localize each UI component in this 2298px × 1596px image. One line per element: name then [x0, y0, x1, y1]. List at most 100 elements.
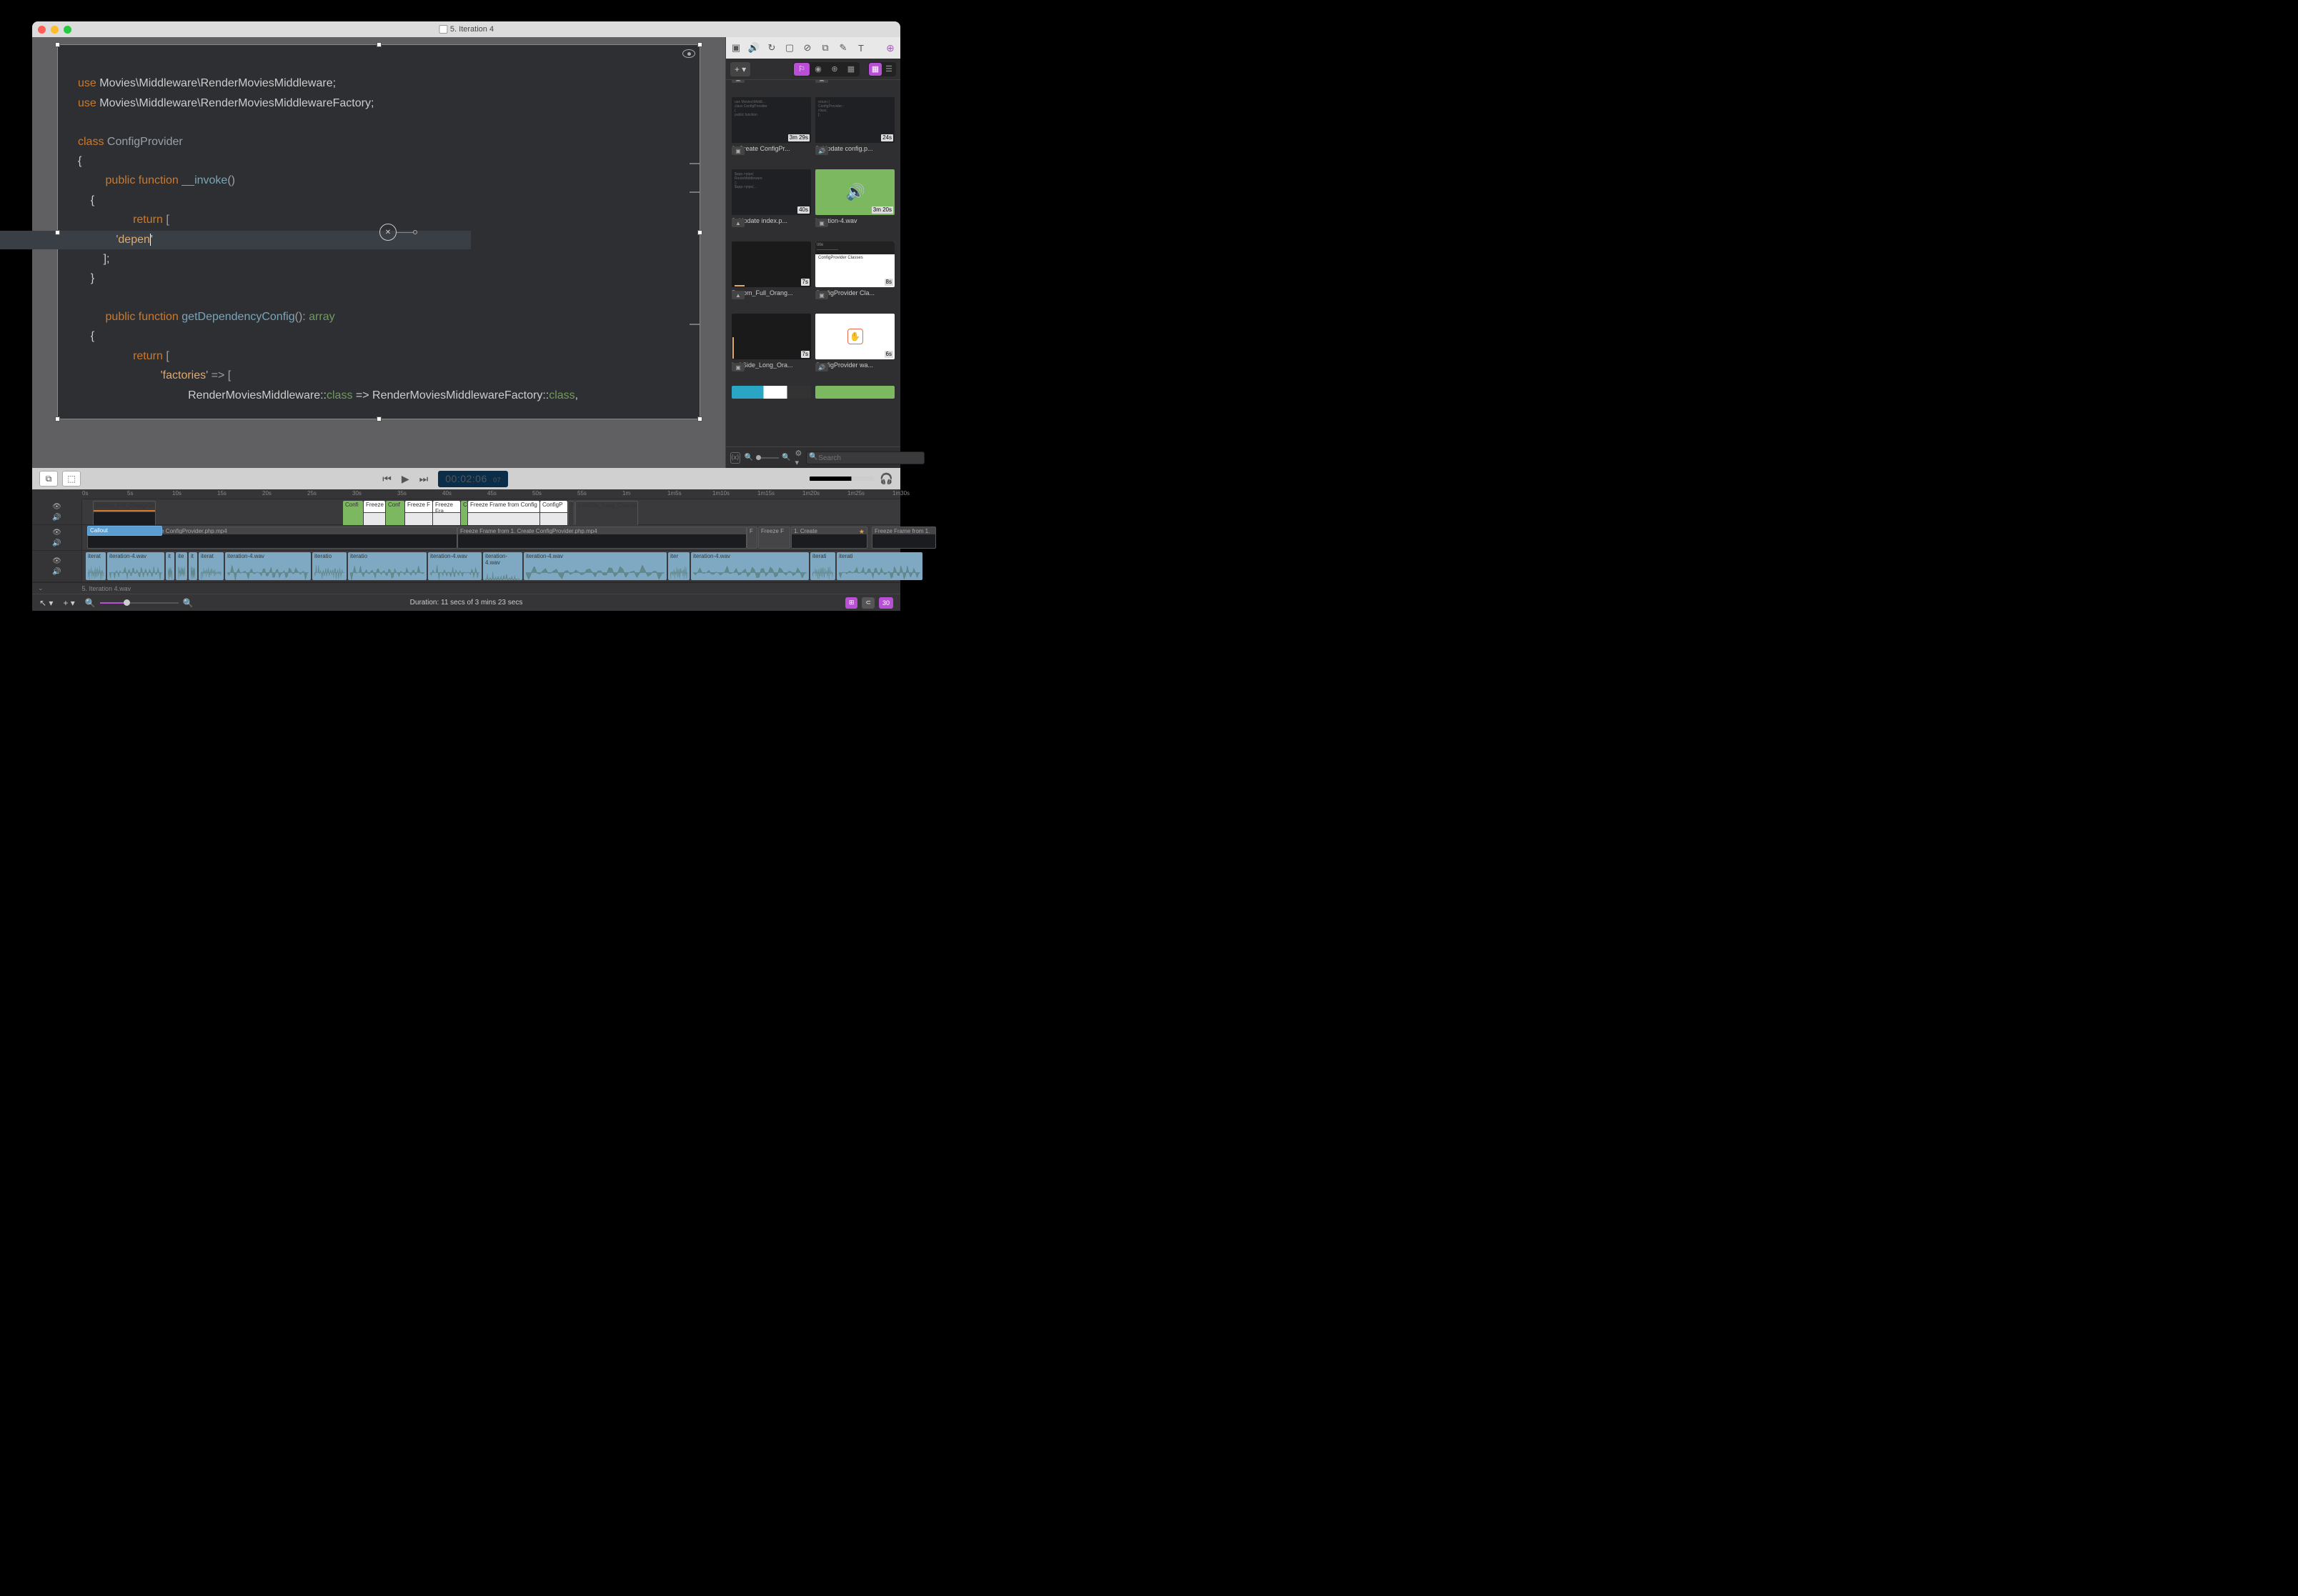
chevron-down-icon[interactable]: ⌄ [38, 584, 44, 592]
replay-tab-icon[interactable]: ↻ [766, 42, 777, 54]
audio-clip[interactable]: iterat [199, 552, 224, 580]
media-item[interactable]: 🔊 [815, 374, 895, 399]
titlebar[interactable]: 5. Iteration 4 [32, 21, 900, 37]
timeline-clip[interactable]: Confi [343, 501, 363, 527]
pointer-tool-icon[interactable]: ↖ ▾ [39, 598, 53, 608]
add-button[interactable]: + ▾ [63, 598, 74, 608]
timeline-clip[interactable]: Bottom_Full_OrangeDa [93, 501, 156, 527]
resize-handle[interactable] [697, 417, 702, 422]
headphones-icon[interactable]: 🎧 [880, 472, 893, 485]
media-search-input[interactable] [806, 452, 925, 464]
magnet-button[interactable]: ⊂ [862, 597, 875, 609]
track-body[interactable]: Bottom_Full_OrangeDa ConfiFreezeConfFree… [82, 499, 900, 524]
cursor-tab-icon[interactable]: ⊘ [802, 42, 813, 54]
screen-tab-icon[interactable]: ▢ [784, 42, 795, 54]
crop-button[interactable]: ⬚ [62, 471, 81, 487]
track-body[interactable]: iteratiteration-4.wavititeititeratiterat… [82, 551, 900, 582]
canvas[interactable]: ✕ use Movies\Middleware\RenderMoviesMidd… [57, 44, 700, 419]
audio-clip[interactable]: iteratio [348, 552, 427, 580]
media-item[interactable]: ▣ return [ ConfigProvider:: class,];24s … [815, 86, 895, 152]
zoom-slider[interactable] [100, 602, 179, 604]
prev-button[interactable]: ⏮ [382, 473, 392, 485]
timeline-clip[interactable]: 1. Create ConfigProvider.php.mp4★ [791, 527, 867, 549]
audio-clip[interactable]: ite [176, 552, 187, 580]
timeline-clip[interactable]: Freeze Frame from 1. Create ConfigProvid… [457, 527, 747, 549]
mute-icon[interactable]: 🔊 [52, 539, 61, 547]
audio-clip[interactable]: iteratio [312, 552, 347, 580]
zoom-icon[interactable] [64, 26, 71, 34]
list-view-icon[interactable]: ☰ [882, 63, 895, 76]
audio-clip[interactable]: iteration-4.wav [428, 552, 482, 580]
link-tab-icon[interactable]: ⧉ [820, 42, 831, 54]
minimize-icon[interactable] [51, 26, 59, 34]
media-item[interactable]: ▲ 7s Bottom_Full_Orang... [732, 230, 811, 296]
timeline-clip[interactable]: Freeze Fra [433, 501, 460, 527]
zoom-handle[interactable] [124, 599, 130, 606]
gear-icon[interactable]: ⚙ ▾ [795, 449, 802, 467]
timeline-clip[interactable]: F [747, 527, 757, 549]
close-icon[interactable] [38, 26, 46, 34]
timeline-clip[interactable]: Freeze F [758, 527, 790, 549]
timeline-clip[interactable]: Freeze Frame from 1. Crea [872, 527, 936, 549]
timeline-clip[interactable]: Freeze [364, 501, 385, 527]
media-item[interactable]: ▲ 7s LeftSide_Long_Ora... [732, 302, 811, 369]
text-tab-icon[interactable]: T [855, 42, 867, 54]
resize-handle[interactable] [697, 42, 702, 47]
play-button[interactable]: ▶ [402, 473, 409, 485]
zoom-out-icon[interactable]: 🔍 [745, 454, 753, 462]
timeline-zoom[interactable]: 🔍 🔍 [85, 598, 194, 608]
mute-icon[interactable]: 🔊 [52, 568, 61, 576]
next-button[interactable]: ⏭ [419, 473, 429, 485]
filter-grid-icon[interactable]: ▦ [843, 63, 859, 76]
resize-handle[interactable] [697, 230, 702, 235]
zoom-out-icon[interactable]: 🔍 [85, 598, 96, 608]
filter-world-icon[interactable]: ⊕ [827, 63, 842, 76]
resize-handle[interactable] [377, 42, 382, 47]
audio-clip[interactable]: iterati [837, 552, 922, 580]
callout-clip[interactable]: Callout [87, 526, 162, 536]
eye-icon[interactable]: 👁 [52, 557, 61, 565]
track-header[interactable]: 👁🔊 [32, 525, 82, 550]
canvas-area[interactable]: ✕ use Movies\Middleware\RenderMoviesMidd… [32, 37, 725, 468]
resize-handle[interactable] [55, 417, 60, 422]
audio-tab-icon[interactable]: 🔊 [748, 42, 760, 54]
filter-flag-icon[interactable]: ⚐ [794, 63, 810, 76]
resize-handle[interactable] [377, 417, 382, 422]
timeline-clip[interactable]: ConfigP [540, 501, 567, 527]
media-item[interactable]: ▣ $app->pipe( RouteMiddleware);$app->pip… [732, 158, 811, 224]
media-item[interactable]: ▣ title—————ConfigProvider Classes8s Con… [815, 230, 895, 296]
filter-global-icon[interactable]: ◉ [810, 63, 826, 76]
zoom-in-icon[interactable]: 🔍 [782, 454, 790, 462]
timeline-clip[interactable]: C [461, 501, 467, 527]
eye-icon[interactable]: 👁 [52, 529, 61, 537]
audio-clip[interactable]: iteration-4.wav [691, 552, 809, 580]
visibility-icon[interactable] [682, 49, 695, 58]
audio-clip[interactable]: iterati [810, 552, 835, 580]
track-header[interactable]: 👁🔊 [32, 499, 82, 524]
zoom-in-icon[interactable]: 🔍 [183, 598, 194, 608]
audio-clip[interactable]: it [189, 552, 197, 580]
collapsed-track[interactable]: ⌄ 5. Iteration 4.wav [32, 582, 900, 594]
fps-button[interactable]: 30 [879, 597, 893, 609]
clip-mode-button[interactable]: ⧉ [39, 471, 58, 487]
timeline-clip[interactable]: F [568, 501, 574, 527]
audio-clip[interactable]: iteration-4.wav [107, 552, 164, 580]
video-tab-icon[interactable]: ▣ [730, 42, 742, 54]
timeline-clip[interactable]: LeftSide_Long_Orange [575, 501, 638, 527]
media-item[interactable]: ▣ [732, 374, 811, 399]
eye-icon[interactable]: 👁 [52, 503, 61, 511]
media-grid[interactable]: ▣ use Movies\Middl...class ConfigProvide… [726, 80, 900, 447]
chapter-tab-icon[interactable]: ✎ [837, 42, 849, 54]
audio-clip[interactable]: iteration-4.wav [225, 552, 311, 580]
track-header[interactable]: 👁🔊 [32, 551, 82, 582]
timeline-clip[interactable]: Freeze Frame from Config [468, 501, 539, 527]
timeline-clip[interactable]: Freeze F [405, 501, 432, 527]
timecode[interactable]: 00:02:06 07 [438, 471, 508, 487]
thumb-zoom[interactable]: 🔍🔍 [745, 454, 791, 462]
mute-icon[interactable]: 🔊 [52, 514, 61, 522]
grid-view-icon[interactable]: ▦ [869, 63, 882, 76]
resize-handle[interactable] [55, 42, 60, 47]
timeline-clip[interactable]: Conf [386, 501, 404, 527]
resize-handle[interactable] [55, 230, 60, 235]
audio-clip[interactable]: it [166, 552, 174, 580]
